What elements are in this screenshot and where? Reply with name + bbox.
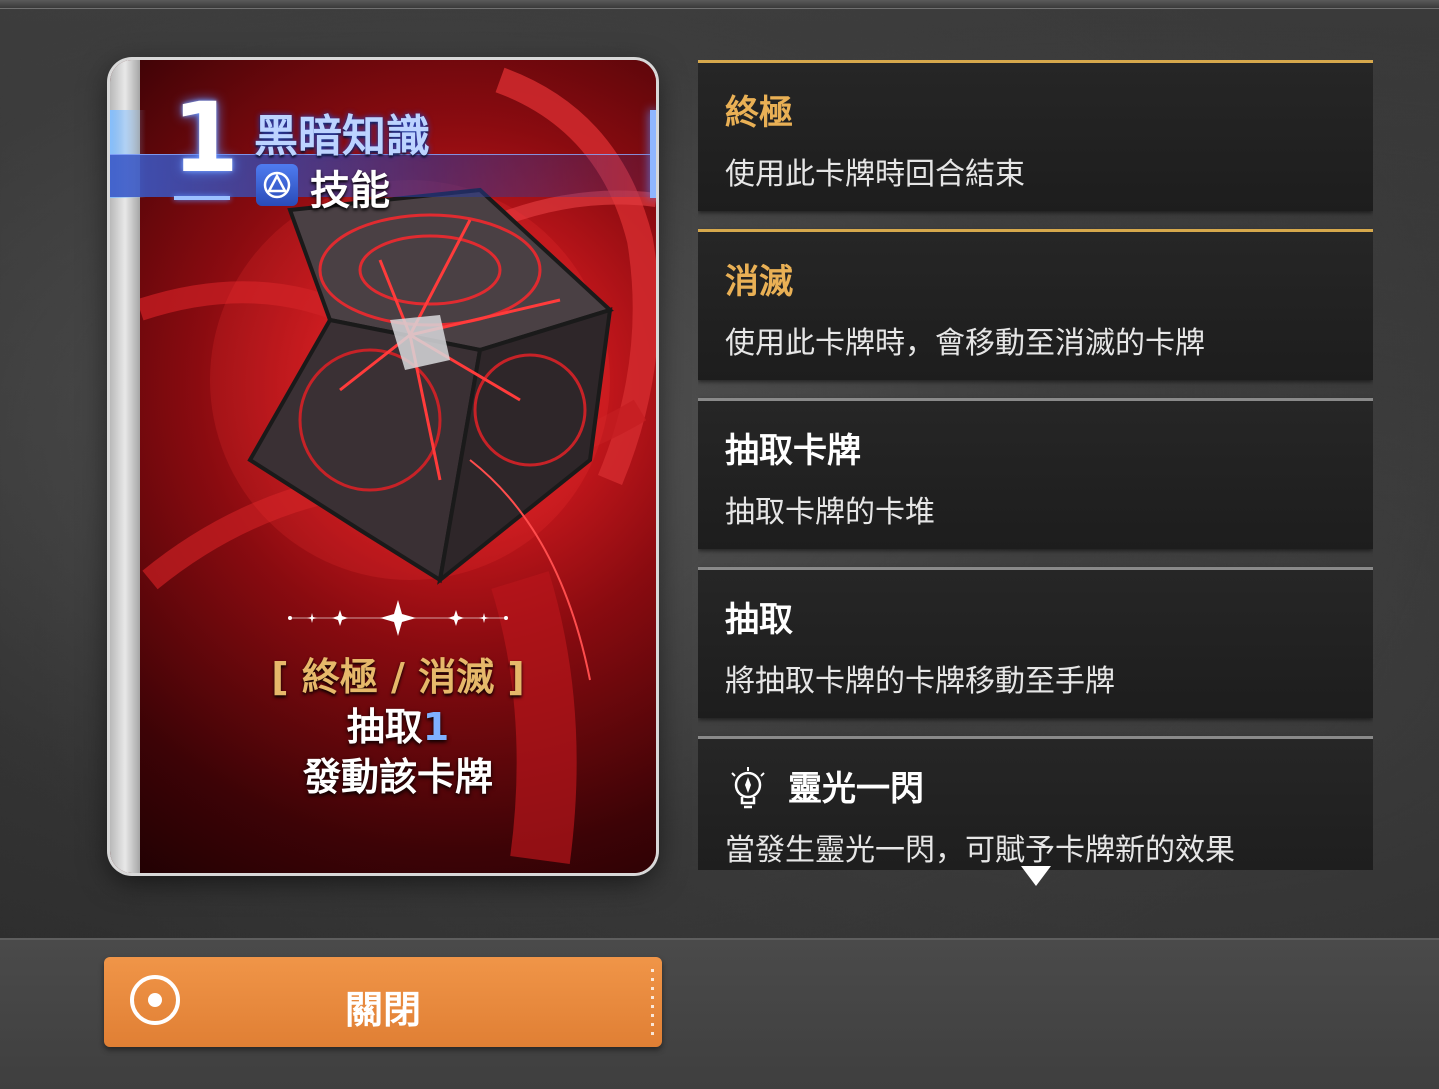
lightbulb-icon <box>731 767 765 809</box>
keyword-panel-exhaust: 消滅 使用此卡牌時，會移動至消滅的卡牌 <box>698 229 1373 380</box>
keyword-panel-draw-pile: 抽取卡牌 抽取卡牌的卡堆 <box>698 398 1373 549</box>
cost-underline <box>174 196 230 200</box>
card-effect-line1: 抽取1 <box>240 702 556 752</box>
keyword-desc: 使用此卡牌時回合結束 <box>725 157 1025 192</box>
card-cost: 1 <box>172 82 239 194</box>
scroll-down-arrow-icon[interactable] <box>1021 864 1051 886</box>
keyword-title: 消滅 <box>725 262 793 302</box>
close-button[interactable]: 關閉 <box>104 957 662 1047</box>
keyword-list[interactable]: 終極 使用此卡牌時回合結束 消滅 使用此卡牌時，會移動至消滅的卡牌 抽取卡牌 抽… <box>698 60 1373 870</box>
header-edge-glow <box>650 110 656 198</box>
keyword-desc: 將抽取卡牌的卡牌移動至手牌 <box>725 664 1115 699</box>
card-description: [ 終極 / 消滅 ] 抽取1 發動該卡牌 <box>240 652 556 802</box>
button-edge-dots <box>651 969 654 1035</box>
effect-prefix: 抽取 <box>346 705 423 749</box>
card-preview: 1 黑暗知識 技能 [ 終極 / 消滅 ] 抽取1 發動該卡牌 <box>110 60 656 873</box>
top-divider <box>0 0 1439 9</box>
keyword-desc: 使用此卡牌時，會移動至消滅的卡牌 <box>725 326 1205 361</box>
keyword-title: 抽取 <box>725 600 793 640</box>
card-tags: [ 終極 / 消滅 ] <box>271 655 525 699</box>
keyword-title: 靈光一閃 <box>788 769 924 809</box>
card-type: 技能 <box>310 168 390 214</box>
keyword-title: 終極 <box>725 93 793 133</box>
close-button-label: 關閉 <box>344 988 421 1032</box>
keyword-panel-ultimate: 終極 使用此卡牌時回合結束 <box>698 60 1373 211</box>
keyword-desc: 抽取卡牌的卡堆 <box>725 495 935 530</box>
card-name: 黑暗知識 <box>254 111 430 162</box>
card-effect-line2: 發動該卡牌 <box>302 755 493 799</box>
keyword-panel-draw: 抽取 將抽取卡牌的卡牌移動至手牌 <box>698 567 1373 718</box>
keyword-title: 抽取卡牌 <box>725 431 861 471</box>
keyword-panel-epiphany: 靈光一閃 當發生靈光一閃，可賦予卡牌新的效果 <box>698 736 1373 870</box>
sparkle-divider-icon <box>288 600 508 636</box>
effect-value: 1 <box>422 705 450 749</box>
keyword-desc: 當發生靈光一閃，可賦予卡牌新的效果 <box>725 833 1235 868</box>
skill-triangle-icon <box>256 164 298 206</box>
